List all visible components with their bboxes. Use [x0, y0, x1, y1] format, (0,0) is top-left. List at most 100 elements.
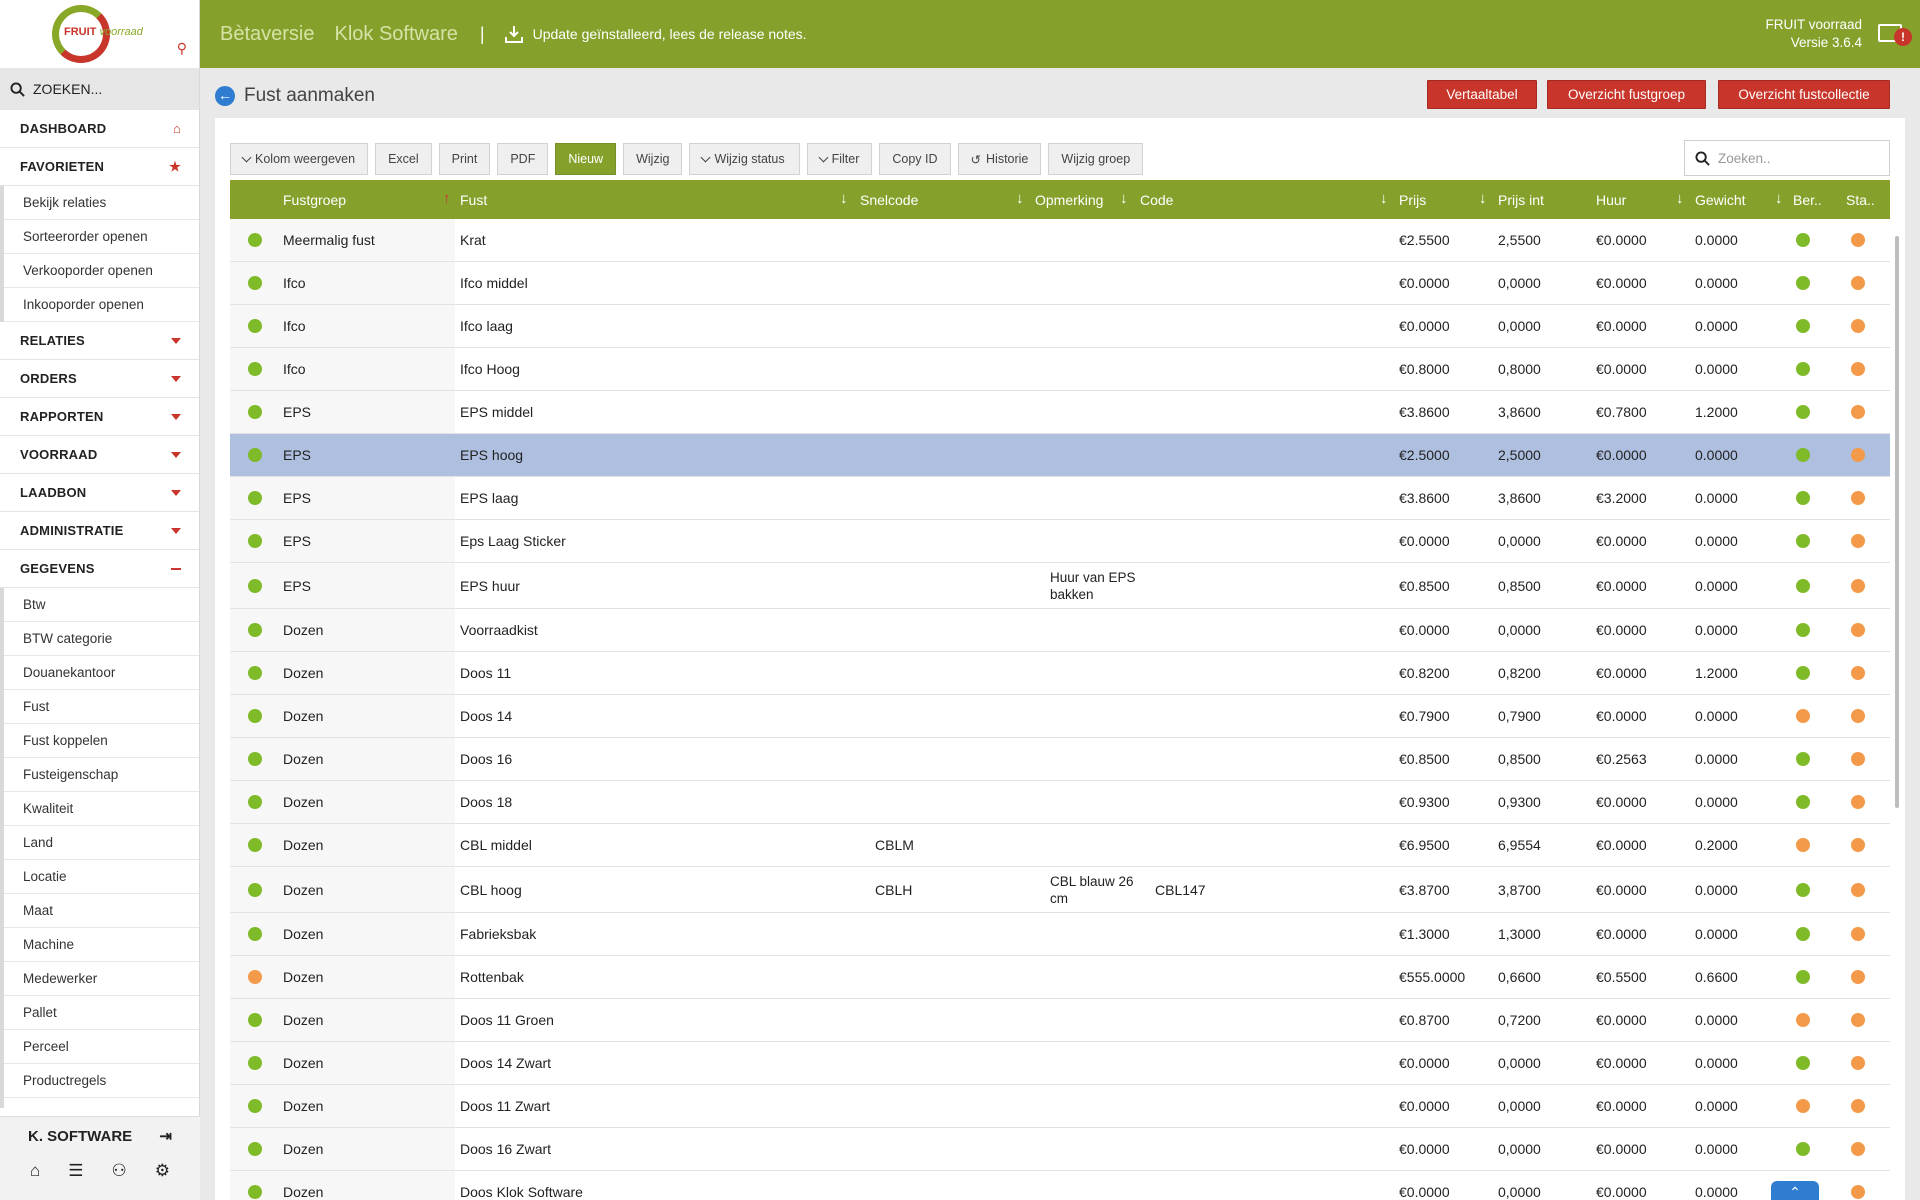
copy-id-button[interactable]: Copy ID	[879, 143, 951, 175]
col-fustgroep[interactable]: Fustgroep	[283, 180, 346, 219]
nav-laadbon[interactable]: LAADBON	[0, 474, 199, 512]
sidebar-item-douanekantoor[interactable]: Douanekantoor	[4, 656, 199, 690]
sort-up-icon[interactable]: ↑	[443, 190, 451, 207]
back-arrow-icon[interactable]: ←	[215, 86, 235, 106]
table-row[interactable]: Dozen Doos 16 €0.8500 0,8500 €0.2563 0.0000	[230, 738, 1890, 781]
update-notice[interactable]: Update geïnstalleerd, lees de release no…	[504, 25, 807, 43]
col-ber[interactable]: Ber..	[1793, 180, 1822, 219]
favorite-item[interactable]: Bekijk relaties	[4, 186, 199, 220]
table-row[interactable]: EPS EPS huur Huur van EPS bakken €0.8500 0,8…	[230, 563, 1890, 609]
sidebar-item-medewerker[interactable]: Medewerker	[4, 962, 199, 996]
menu-icon[interactable]: ☰	[68, 1161, 83, 1181]
table-row[interactable]: Dozen Doos 11 Groen €0.8700 0,7200 €0.0000 0.…	[230, 999, 1890, 1042]
notification-badge[interactable]: !	[1894, 28, 1912, 46]
table-row[interactable]: Dozen Fabrieksbak €1.3000 1,3000 €0.0000 0.00…	[230, 913, 1890, 956]
logout-icon[interactable]: ⇥	[159, 1127, 172, 1145]
wijzig-groep-button[interactable]: Wijzig groep	[1048, 143, 1144, 175]
sort-down-icon[interactable]: ↓	[1676, 190, 1684, 207]
overzicht-fustcollectie-button[interactable]: Overzicht fustcollectie	[1718, 80, 1890, 109]
sidebar-item-fust-koppelen[interactable]: Fust koppelen	[4, 724, 199, 758]
filter-button[interactable]: Filter	[806, 143, 873, 175]
nav-rapporten[interactable]: RAPPORTEN	[0, 398, 199, 436]
nav-voorraad[interactable]: VOORRAAD	[0, 436, 199, 474]
table-row[interactable]: Meermalig fust Krat €2.5500 2,5500 €0.0000 0.…	[230, 219, 1890, 262]
sidebar-item-ras[interactable]: Ras	[4, 1098, 199, 1108]
sidebar-search[interactable]: ZOEKEN...	[0, 68, 199, 110]
scrollbar[interactable]	[1895, 236, 1899, 808]
table-row[interactable]: Dozen CBL hoog CBLH CBL blauw 26 cm CBL147 €3…	[230, 867, 1890, 913]
sidebar-item-fusteigenschap[interactable]: Fusteigenschap	[4, 758, 199, 792]
sort-down-icon[interactable]: ↓	[1775, 190, 1783, 207]
sort-down-icon[interactable]: ↓	[840, 190, 848, 207]
app-logo[interactable]: FRUIT voorraad ⚲	[0, 0, 199, 68]
col-code[interactable]: Code	[1140, 180, 1173, 219]
table-row[interactable]: Dozen Doos 18 €0.9300 0,9300 €0.0000 0.0000	[230, 781, 1890, 824]
user-settings-icon[interactable]: ⚇	[111, 1161, 126, 1181]
table-search-input[interactable]: Zoeken..	[1684, 140, 1890, 176]
sidebar-item-locatie[interactable]: Locatie	[4, 860, 199, 894]
table-row[interactable]: Dozen Doos 11 €0.8200 0,8200 €0.0000 1.2000	[230, 652, 1890, 695]
gear-icon[interactable]: ⚙	[155, 1161, 170, 1181]
nav-favorieten[interactable]: FAVORIETEN ★	[0, 148, 199, 186]
favorite-item[interactable]: Sorteerorder openen	[4, 220, 199, 254]
nav-administratie[interactable]: ADMINISTRATIE	[0, 512, 199, 550]
col-prijs[interactable]: Prijs	[1399, 180, 1426, 219]
sidebar-item-maat[interactable]: Maat	[4, 894, 199, 928]
table-row[interactable]: Dozen CBL middel CBLM €6.9500 6,9554 €0.0000 0…	[230, 824, 1890, 867]
sort-down-icon[interactable]: ↓	[1479, 190, 1487, 207]
wijzig-button[interactable]: Wijzig	[623, 143, 683, 175]
table-row[interactable]: Dozen Rottenbak €555.0000 0,6600 €0.5500 0.66…	[230, 956, 1890, 999]
sidebar-item-machine[interactable]: Machine	[4, 928, 199, 962]
sidebar-item-land[interactable]: Land	[4, 826, 199, 860]
sidebar-item-pallet[interactable]: Pallet	[4, 996, 199, 1030]
nieuw-button[interactable]: Nieuw	[555, 143, 617, 175]
table-row[interactable]: Dozen Doos 11 Zwart €0.0000 0,0000 €0.0000 0.…	[230, 1085, 1890, 1128]
sort-down-icon[interactable]: ↓	[1380, 190, 1388, 207]
col-opmerking[interactable]: Opmerking	[1035, 180, 1103, 219]
home-icon[interactable]: ⌂	[30, 1161, 40, 1181]
table-row[interactable]: Ifco Ifco Hoog €0.8000 0,8000 €0.0000 0.0000	[230, 348, 1890, 391]
col-prijs-int[interactable]: Prijs int	[1498, 180, 1544, 219]
table-row[interactable]: Ifco Ifco middel €0.0000 0,0000 €0.0000 0.000…	[230, 262, 1890, 305]
historie-button[interactable]: ↺ Historie	[957, 143, 1042, 175]
scroll-top-button[interactable]: ⌃	[1771, 1181, 1819, 1200]
excel-button[interactable]: Excel	[375, 143, 432, 175]
table-row[interactable]: Dozen Voorraadkist €0.0000 0,0000 €0.0000 0.0…	[230, 609, 1890, 652]
col-snelcode[interactable]: Snelcode	[860, 180, 918, 219]
sidebar-item-btw-categorie[interactable]: BTW categorie	[4, 622, 199, 656]
col-gewicht[interactable]: Gewicht	[1695, 180, 1746, 219]
pdf-button[interactable]: PDF	[497, 143, 549, 175]
table-row[interactable]: EPS EPS middel €3.8600 3,8600 €0.7800 1.2000	[230, 391, 1890, 434]
print-button[interactable]: Print	[438, 143, 491, 175]
sidebar-item-productregels[interactable]: Productregels	[4, 1064, 199, 1098]
favorite-item[interactable]: Inkooporder openen	[4, 288, 199, 322]
sort-down-icon[interactable]: ↓	[1016, 190, 1024, 207]
col-huur[interactable]: Huur	[1596, 180, 1626, 219]
overzicht-fustgroep-button[interactable]: Overzicht fustgroep	[1547, 80, 1706, 109]
wijzig-status-button[interactable]: Wijzig status	[689, 143, 800, 175]
table-row[interactable]: Dozen Doos Klok Software €0.0000 0,0000 €0.0…	[230, 1171, 1890, 1200]
table-row[interactable]: EPS Eps Laag Sticker €0.0000 0,0000 €0.0000 0…	[230, 520, 1890, 563]
col-fust[interactable]: Fust	[460, 180, 487, 219]
table-row[interactable]: EPS EPS hoog €2.5000 2,5000 €0.0000 0.0000	[230, 434, 1890, 477]
table-row[interactable]: Ifco Ifco laag €0.0000 0,0000 €0.0000 0.0000	[230, 305, 1890, 348]
sidebar-item-fust[interactable]: Fust	[4, 690, 199, 724]
sort-down-icon[interactable]: ↓	[1120, 190, 1128, 207]
table-row[interactable]: Dozen Doos 14 Zwart €0.0000 0,0000 €0.0000 0.…	[230, 1042, 1890, 1085]
nav-gegevens[interactable]: GEGEVENS	[0, 550, 199, 588]
favorite-item[interactable]: Verkooporder openen	[4, 254, 199, 288]
nav-orders[interactable]: ORDERS	[0, 360, 199, 398]
sidebar-item-kwaliteit[interactable]: Kwaliteit	[4, 792, 199, 826]
sidebar-item-btw[interactable]: Btw	[4, 588, 199, 622]
table-row[interactable]: Dozen Doos 16 Zwart €0.0000 0,0000 €0.0000 0.…	[230, 1128, 1890, 1171]
table-row[interactable]: Dozen Doos 14 €0.7900 0,7900 €0.0000 0.0000	[230, 695, 1890, 738]
nav-relaties[interactable]: RELATIES	[0, 322, 199, 360]
nav-dashboard[interactable]: DASHBOARD ⌂	[0, 110, 199, 148]
col-sta[interactable]: Sta..	[1846, 180, 1875, 219]
pin-icon[interactable]: ⚲	[177, 40, 187, 57]
sidebar-item-perceel[interactable]: Perceel	[4, 1030, 199, 1064]
table-row[interactable]: EPS EPS laag €3.8600 3,8600 €3.2000 0.0000	[230, 477, 1890, 520]
vertaaltabel-button[interactable]: Vertaaltabel	[1427, 80, 1537, 109]
kolom-weergeven-button[interactable]: Kolom weergeven	[230, 143, 369, 175]
cell-opmerking	[1050, 781, 1150, 823]
